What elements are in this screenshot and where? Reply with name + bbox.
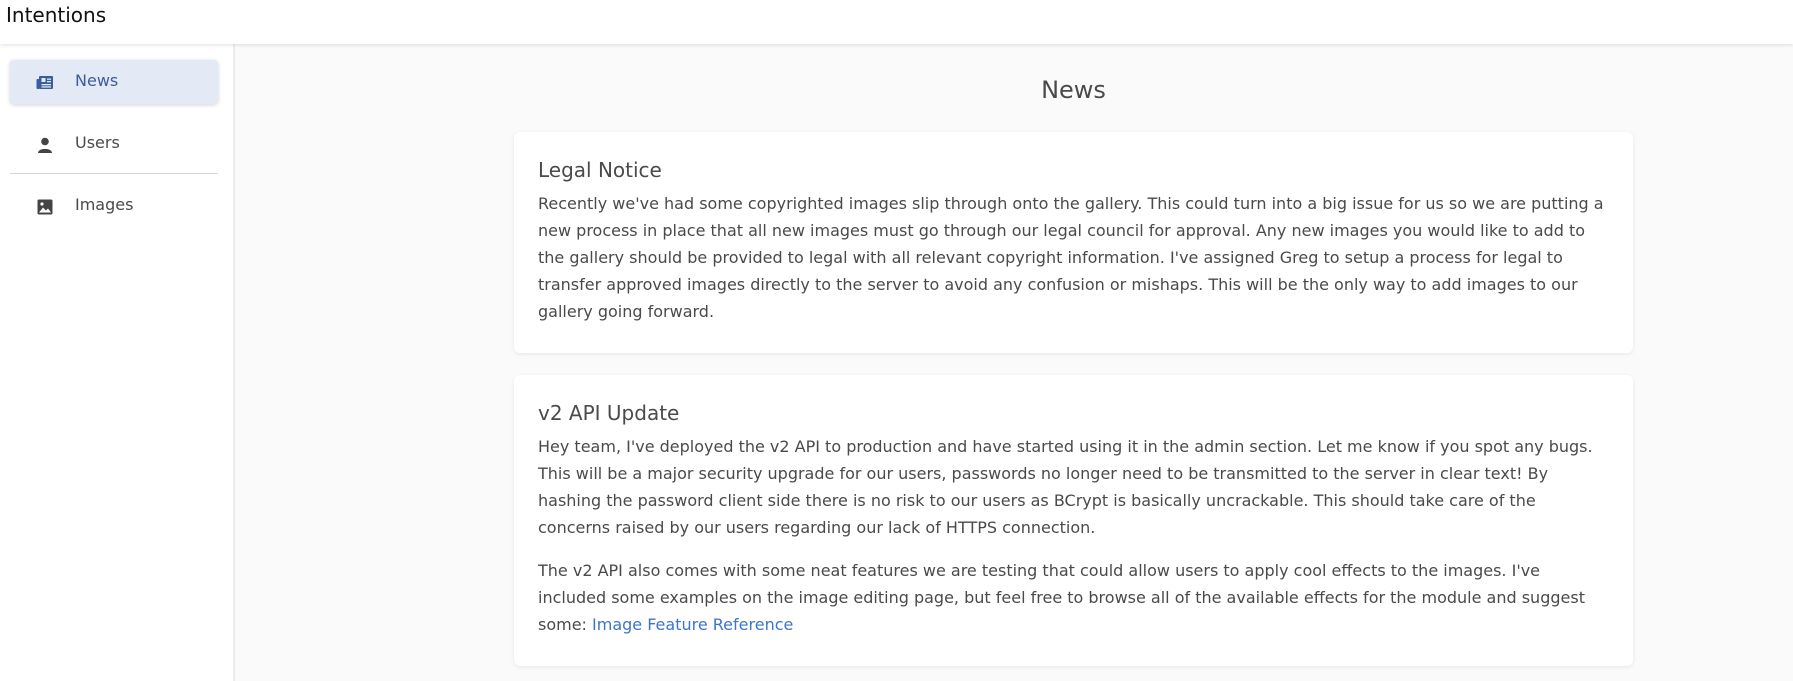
main-content: News Legal Notice Recently we've had som… [235,44,1793,681]
top-app-bar: Intentions [0,0,1793,44]
sidebar-item-label: Images [75,195,134,214]
sidebar-item-news[interactable]: News [10,60,218,104]
app-title: Intentions [6,3,107,27]
card-paragraph: The v2 API also comes with some neat fea… [538,557,1609,638]
card-paragraph: Recently we've had some copyrighted imag… [538,194,1604,321]
newspaper-icon [36,74,54,92]
sidebar-item-label: Users [75,133,120,152]
image-feature-reference-link[interactable]: Image Feature Reference [592,615,793,634]
sidebar-item-images[interactable]: Images [10,184,218,228]
news-card-v2-api-update: v2 API Update Hey team, I've deployed th… [514,375,1633,666]
sidebar-item-users[interactable]: Users [10,122,218,166]
sidebar-divider [10,173,218,174]
person-icon [36,136,54,154]
card-paragraph: Hey team, I've deployed the v2 API to pr… [538,437,1593,537]
card-title: Legal Notice [538,158,662,182]
news-card-legal-notice: Legal Notice Recently we've had some cop… [514,132,1633,353]
sidebar-item-label: News [75,71,119,90]
image-icon [36,198,54,216]
page-title: News [1041,76,1106,104]
card-title: v2 API Update [538,401,680,425]
sidebar: News Users Images [0,44,235,681]
